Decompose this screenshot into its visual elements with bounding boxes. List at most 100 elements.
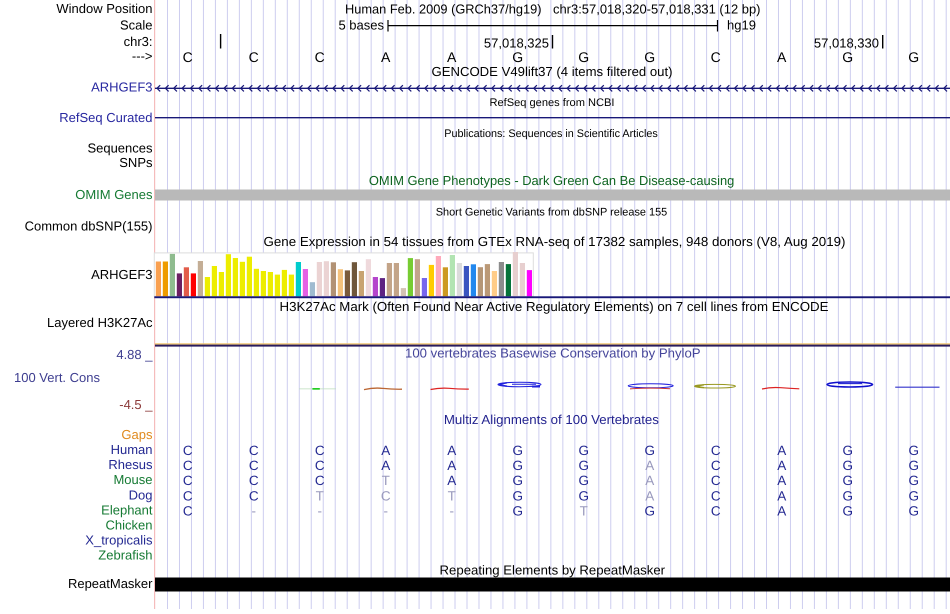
svg-text:Layered H3K27Ac: Layered H3K27Ac: [47, 315, 153, 330]
svg-text:Elephant: Elephant: [101, 502, 153, 517]
svg-text:G: G: [908, 503, 919, 518]
svg-text:G: G: [578, 473, 589, 488]
svg-text:C: C: [183, 49, 193, 65]
svg-text:4.88 _: 4.88 _: [116, 347, 153, 362]
svg-text:G: G: [512, 473, 523, 488]
svg-text:A: A: [645, 473, 654, 488]
svg-text:G: G: [512, 49, 523, 65]
svg-text:T: T: [382, 473, 390, 488]
svg-text:A: A: [645, 458, 654, 473]
svg-text:RepeatMasker: RepeatMasker: [68, 576, 153, 591]
svg-text:A: A: [777, 488, 786, 503]
svg-text:C: C: [381, 488, 391, 503]
svg-text:Common dbSNP(155): Common dbSNP(155): [25, 219, 153, 234]
svg-text:G: G: [842, 458, 853, 473]
svg-text:Publications: Sequences in Sci: Publications: Sequences in Scientific Ar…: [444, 128, 658, 140]
svg-text:G: G: [512, 488, 523, 503]
svg-text:Dog: Dog: [129, 487, 153, 502]
svg-text:C: C: [711, 488, 721, 503]
svg-text:C: C: [183, 473, 193, 488]
svg-text:A: A: [777, 49, 787, 65]
svg-text:Zebrafish: Zebrafish: [98, 548, 152, 563]
svg-text:Short Genetic Variants from db: Short Genetic Variants from dbSNP releas…: [436, 207, 668, 219]
svg-text:Window Position: Window Position: [56, 1, 152, 16]
svg-text:G: G: [908, 443, 919, 458]
svg-text:G: G: [512, 443, 523, 458]
svg-text:5 bases: 5 bases: [338, 18, 384, 33]
svg-text:G: G: [578, 49, 589, 65]
svg-text:Mouse: Mouse: [113, 472, 152, 487]
svg-text:C: C: [315, 458, 325, 473]
svg-text:A: A: [777, 443, 786, 458]
svg-text:G: G: [512, 503, 523, 518]
svg-text:G: G: [842, 488, 853, 503]
svg-text:A: A: [381, 443, 390, 458]
svg-text:G: G: [644, 49, 655, 65]
svg-text:T: T: [580, 503, 588, 518]
svg-text:A: A: [381, 49, 391, 65]
svg-text:SNPs: SNPs: [119, 155, 153, 170]
svg-text:-: -: [251, 503, 256, 518]
svg-text:Gene Expression in 54 tissues: Gene Expression in 54 tissues from GTEx …: [264, 234, 846, 249]
svg-text:RefSeq Curated: RefSeq Curated: [59, 110, 152, 125]
svg-text:G: G: [842, 473, 853, 488]
svg-text:H3K27Ac Mark (Often Found Near: H3K27Ac Mark (Often Found Near Active Re…: [280, 299, 829, 314]
svg-text:Chicken: Chicken: [106, 518, 153, 533]
svg-text:A: A: [447, 49, 457, 65]
svg-text:C: C: [711, 458, 721, 473]
svg-text:G: G: [578, 443, 589, 458]
svg-text:hg19: hg19: [727, 18, 756, 33]
svg-text:T: T: [316, 488, 324, 503]
svg-text:G: G: [578, 458, 589, 473]
svg-text:C: C: [315, 443, 325, 458]
svg-text:OMIM Genes: OMIM Genes: [75, 187, 153, 202]
svg-text:Scale: Scale: [120, 18, 153, 33]
svg-text:C: C: [711, 473, 721, 488]
svg-text:Human Feb. 2009 (GRCh37/hg19): Human Feb. 2009 (GRCh37/hg19): [345, 2, 542, 17]
svg-text:ARHGEF3: ARHGEF3: [91, 80, 152, 95]
svg-text:Rhesus: Rhesus: [108, 457, 153, 472]
svg-text:C: C: [711, 503, 721, 518]
svg-text:Multiz Alignments of 100 Verte: Multiz Alignments of 100 Vertebrates: [444, 412, 659, 427]
svg-text:GENCODE V49lift37 (4 items fil: GENCODE V49lift37 (4 items filtered out): [432, 64, 673, 79]
svg-text:100 Vert. Cons: 100 Vert. Cons: [14, 370, 100, 385]
svg-text:G: G: [908, 473, 919, 488]
svg-text:T: T: [448, 488, 456, 503]
svg-text:A: A: [777, 503, 786, 518]
svg-text:A: A: [777, 458, 786, 473]
svg-text:C: C: [183, 488, 193, 503]
svg-text:A: A: [645, 488, 654, 503]
svg-text:chr3:: chr3:: [124, 34, 153, 49]
svg-text:G: G: [908, 458, 919, 473]
svg-text:C: C: [315, 473, 325, 488]
svg-text:A: A: [447, 443, 456, 458]
svg-text:A: A: [447, 473, 456, 488]
svg-text:A: A: [777, 473, 786, 488]
svg-text:C: C: [711, 443, 721, 458]
svg-text:G: G: [842, 49, 853, 65]
svg-text:C: C: [183, 503, 193, 518]
svg-text:Repeating Elements by RepeatMa: Repeating Elements by RepeatMasker: [440, 562, 666, 577]
svg-text:C: C: [711, 49, 721, 65]
svg-text:A: A: [381, 458, 390, 473]
svg-text:C: C: [249, 443, 259, 458]
svg-text:100 vertebrates Basewise Conse: 100 vertebrates Basewise Conservation by…: [405, 345, 701, 360]
svg-text:G: G: [644, 443, 655, 458]
svg-text:G: G: [842, 443, 853, 458]
svg-text:C: C: [249, 458, 259, 473]
svg-text:chr3:57,018,320-57,018,331 (12: chr3:57,018,320-57,018,331 (12 bp): [553, 2, 761, 17]
svg-text:C: C: [183, 443, 193, 458]
svg-text:A: A: [447, 458, 456, 473]
svg-text:C: C: [183, 458, 193, 473]
svg-text:--->: --->: [132, 49, 153, 64]
svg-text:C: C: [249, 49, 259, 65]
svg-text:-: -: [317, 503, 322, 518]
svg-text:G: G: [644, 503, 655, 518]
svg-text:-: -: [383, 503, 388, 518]
svg-text:G: G: [908, 49, 919, 65]
svg-text:RefSeq genes from NCBI: RefSeq genes from NCBI: [490, 97, 615, 109]
svg-text:Sequences: Sequences: [87, 141, 153, 156]
svg-text:G: G: [512, 458, 523, 473]
svg-text:Human: Human: [111, 442, 153, 457]
svg-text:-4.5 _: -4.5 _: [119, 397, 153, 412]
